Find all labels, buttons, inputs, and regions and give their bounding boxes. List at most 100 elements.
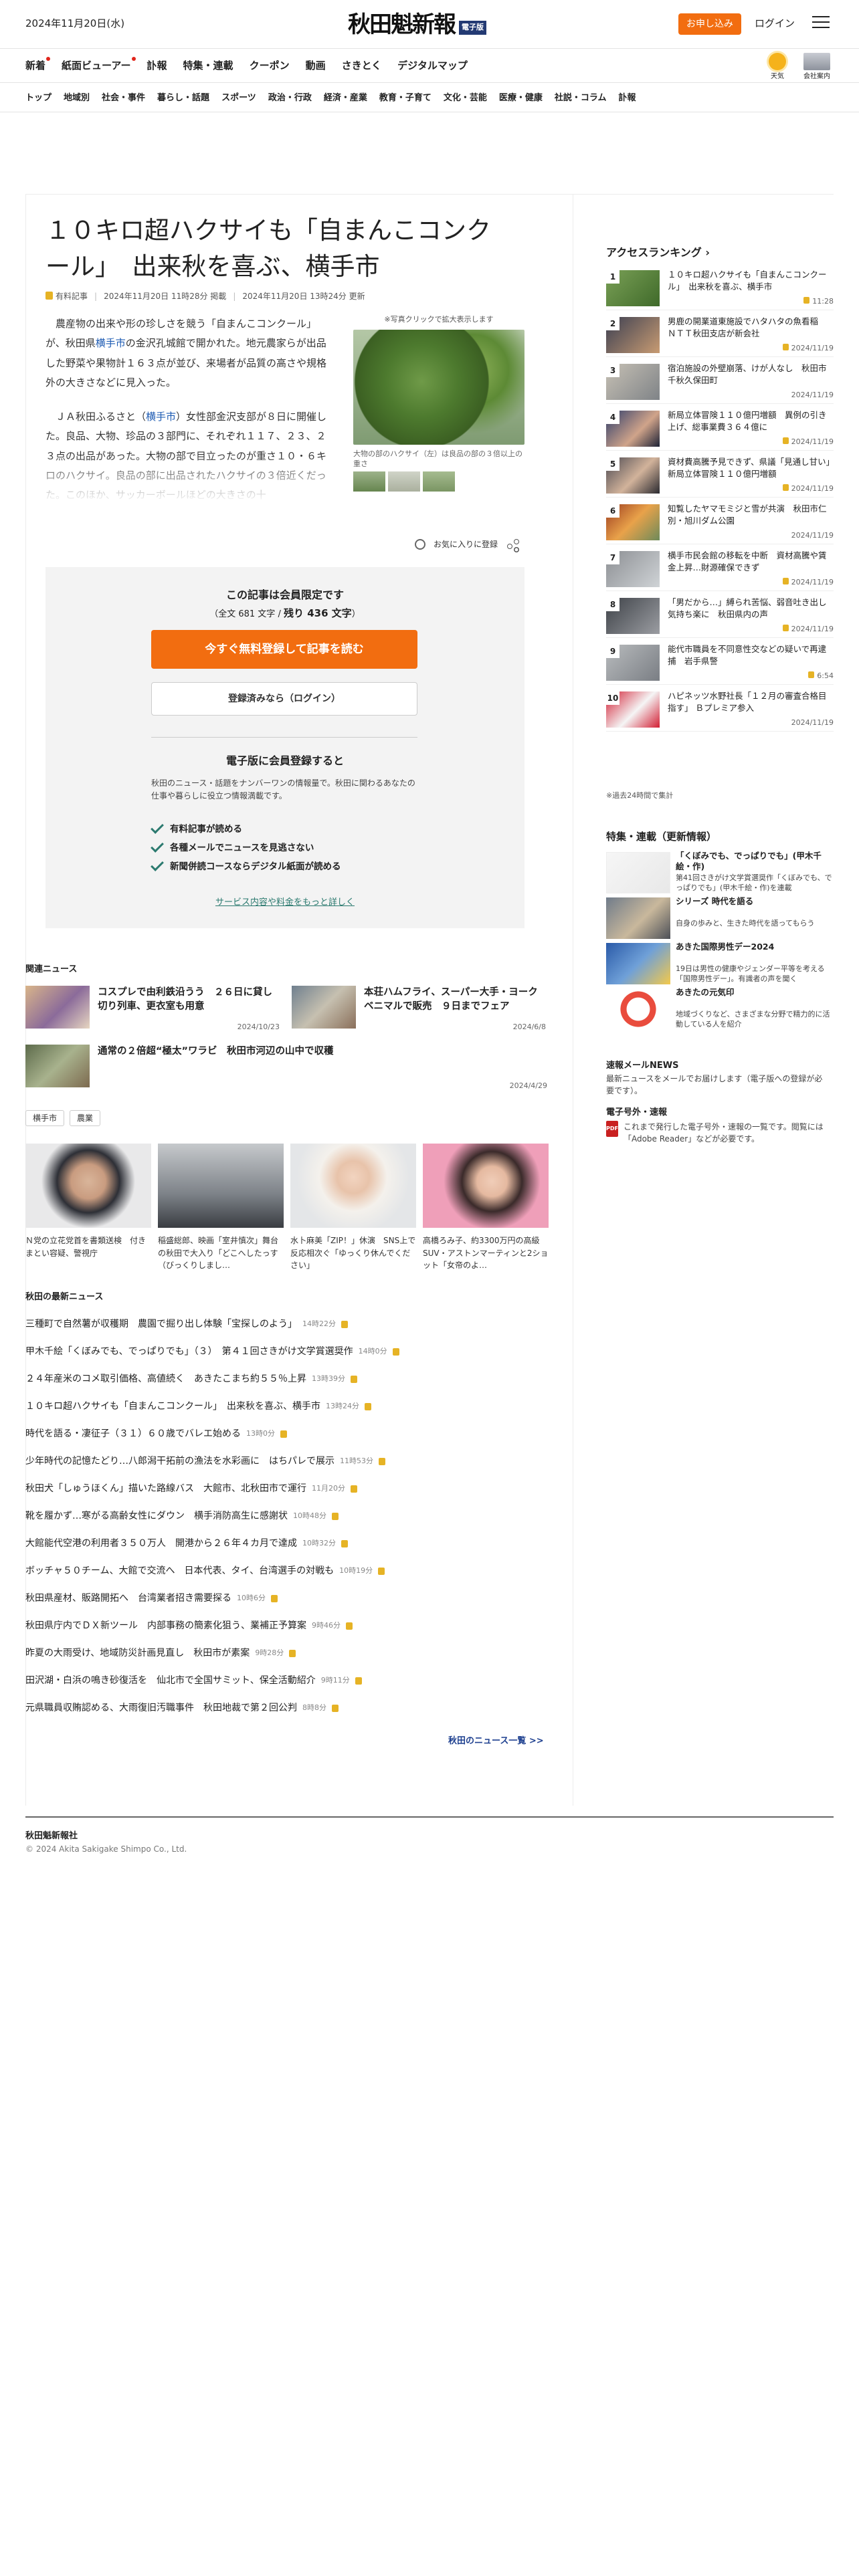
benefits-list: 有料記事が読める 各種メールでニュースを見逃さない 新聞併読コースならデジタル紙… bbox=[151, 820, 417, 876]
ranking-item[interactable]: 9 能代市職員を不同意性交などの疑いで再逮捕 岩手県警 6:54 bbox=[606, 642, 834, 685]
latest-news-item[interactable]: 大館能代空港の利用者３５０万人 開港から２６年４カ月で達成 10時32分 bbox=[25, 1530, 547, 1558]
cat-culture[interactable]: 文化・芸能 bbox=[444, 92, 487, 105]
latest-news-item[interactable]: １０キロ超ハクサイも「自まんこコンクール」 出来秋を喜ぶ、横手市 13時24分 bbox=[25, 1393, 547, 1420]
nav-item-sakitoku[interactable]: さきとく bbox=[342, 58, 382, 74]
place-link[interactable]: 横手市 bbox=[96, 337, 126, 349]
photo-thumb[interactable] bbox=[353, 471, 385, 492]
ranking-date-label: 2024/11/19 bbox=[791, 390, 834, 399]
nav-item-digital-map[interactable]: デジタルマップ bbox=[397, 58, 468, 74]
cat-column[interactable]: 社説・コラム bbox=[555, 92, 607, 105]
latest-news-item[interactable]: 秋田県産材、販路開拓へ 台湾業者招き需要探る 10時6分 bbox=[25, 1585, 547, 1612]
related-item-title: 本荘ハムフライ、スーパー大手・ヨークベニマルで販売 ９日までフェア bbox=[364, 987, 538, 1012]
news-list-link[interactable]: 秋田のニュース一覧 >> bbox=[448, 1735, 544, 1748]
related-thumb bbox=[25, 986, 90, 1029]
latest-news-list: 三種町で自然薯が収穫期 農園で掘り出し体験「宝探しのよう」 14時22分 甲木千絵「… bbox=[25, 1311, 547, 1722]
nav-item-viewer[interactable]: 紙面ビューアー bbox=[62, 57, 136, 74]
latest-news-item[interactable]: 昨夏の大雨受け、地域防災計画見直し 秋田市が素案 9時28分 bbox=[25, 1640, 547, 1667]
apply-button[interactable]: お申し込み bbox=[678, 13, 741, 35]
cat-sports[interactable]: スポーツ bbox=[221, 92, 256, 105]
rank-number: 8 bbox=[606, 598, 619, 611]
cat-economy[interactable]: 経済・産業 bbox=[324, 92, 367, 105]
latest-news-item[interactable]: 甲木千絵「くぼみでも、でっぱりでも」（３） 第４１回さきがけ文学賞選奨作 14時0… bbox=[25, 1338, 547, 1366]
related-item[interactable]: コスプレで由利鉄沿うう ２６日に貸し切り列車、更衣室も用意 2024/10/23 bbox=[25, 986, 280, 1033]
cat-life[interactable]: 暮らし・話題 bbox=[157, 92, 209, 105]
ranking-item[interactable]: 7 横手市民会館の移転を中断 資材高騰や賃金上昇…財源確保できず 2024/11/1… bbox=[606, 548, 834, 591]
ranking-item[interactable]: 5 資材費高騰予見できず、県議「見通し甘い」新局立体冒険１１０億円増額 2024/1… bbox=[606, 455, 834, 498]
tag[interactable]: 農業 bbox=[70, 1110, 101, 1126]
ranking-item[interactable]: 6 知覧したヤマモミジと雪が共演 秋田市仁別・旭川ダム公園 2024/11/19 bbox=[606, 502, 834, 544]
latest-news-time: 9時11分 bbox=[320, 1676, 350, 1685]
nav-item-new[interactable]: 新着 bbox=[25, 57, 51, 74]
weather-link[interactable]: 天気 bbox=[763, 51, 792, 82]
mail-news-link[interactable]: 速報メールNEWS bbox=[606, 1059, 678, 1073]
latest-news-item[interactable]: 三種町で自然薯が収穫期 農園で掘り出し体験「宝探しのよう」 14時22分 bbox=[25, 1311, 547, 1338]
clip-icon[interactable] bbox=[415, 539, 425, 550]
ranking-item[interactable]: 2 男鹿の開業道東施設でハタハタの魚看稲 ＮＴＴ秋田支店が新会社 2024/11/1… bbox=[606, 314, 834, 357]
latest-news-item[interactable]: 元県職員収賄認める、大雨復旧汚職事件 秋田地裁で第２回公判 8時8分 bbox=[25, 1695, 547, 1722]
latest-news-item[interactable]: ２４年産米のコメ取引価格、高値続く あきたこまち約５５％上昇 13時39分 bbox=[25, 1366, 547, 1393]
latest-news-title: ボッチャ５０チーム、大館で交流へ 日本代表、タイ、台湾選手の対戦も bbox=[25, 1566, 335, 1576]
feature-title: 「くぼみでも、でっぱりでも」(甲木千絵・作) bbox=[676, 851, 822, 872]
photo-news-item[interactable]: 稲盛総郎、映画「室井慎次」舞台の秋田で大入り「どこへしたっす（びっくりしまし… bbox=[158, 1144, 284, 1272]
feature-item[interactable]: あきたの元気印 地域づくりなど、さまざまな分野で精力的に活動している人を紹介 bbox=[606, 987, 834, 1033]
ranking-item[interactable]: 1 １０キロ超ハクサイも「自まんこコンクール」 出来秋を喜ぶ、横手市 11:28 bbox=[606, 267, 834, 310]
category-nav: トップ 地域別 社会・事件 暮らし・話題 スポーツ 政治・行政 経済・産業 教育… bbox=[0, 83, 859, 112]
footer-copyright: © 2024 Akita Sakigake Shimpo Co., Ltd. bbox=[25, 1844, 187, 1854]
register-button[interactable]: 今すぐ無料登録して記事を読む bbox=[151, 630, 417, 669]
photo-thumb[interactable] bbox=[423, 471, 455, 492]
photo-news-item[interactable]: 水卜麻美「ZIP！」休演 SNS上で反応相次ぐ「ゆっくり休んでください」 bbox=[290, 1144, 416, 1272]
cat-region[interactable]: 地域別 bbox=[64, 92, 90, 105]
latest-news-item[interactable]: 田沢湖・白浜の鳴き砂復活を 仙北市で全国サミット、保全活動紹介 9時11分 bbox=[25, 1667, 547, 1695]
menu-icon[interactable] bbox=[812, 16, 830, 29]
rank-number: 4 bbox=[606, 411, 619, 424]
member-login-button[interactable]: 登録済みなら（ログイン） bbox=[151, 682, 417, 716]
login-link[interactable]: ログイン bbox=[755, 16, 795, 31]
latest-news-item[interactable]: 靴を履かず…寒がる高齢女性にダウン 横手消防高生に感謝状 10時48分 bbox=[25, 1503, 547, 1530]
latest-news-item[interactable]: 秋田県庁内でＤＸ新ツール 内部事務の簡素化狙う、業補正予算案 9時46分 bbox=[25, 1612, 547, 1640]
features-list: 「くぼみでも、でっぱりでも」(甲木千絵・作) 第41回さきがけ文学賞選奨作「くぼ… bbox=[606, 851, 834, 1033]
company-link[interactable]: 会社案内 bbox=[799, 51, 835, 82]
extra-edition-link[interactable]: 電子号外・速報 bbox=[606, 1106, 667, 1119]
ranking-date: 2024/11/19 bbox=[782, 437, 834, 448]
lock-icon bbox=[341, 1540, 348, 1547]
lock-icon bbox=[808, 671, 815, 678]
feature-item[interactable]: あきた国際男性デー2024 19日は男性の健康やジェンダー平等を考える「国際男性… bbox=[606, 942, 834, 987]
nav-item-video[interactable]: 動画 bbox=[306, 58, 326, 74]
latest-news-time: 14時0分 bbox=[358, 1347, 387, 1356]
latest-news-item[interactable]: 少年時代の記憶たどり…八郎潟干拓前の漁法を水彩画に はちパレで展示 11時53分 bbox=[25, 1448, 547, 1475]
related-item[interactable]: 通常の２倍超“極太”ワラビ 秋田市河辺の山中で収穫 2024/4/29 bbox=[25, 1045, 547, 1091]
latest-news-item[interactable]: 秋田犬「しゅうほくん」描いた路線バス 大館市、北秋田市で運行 11月20分 bbox=[25, 1475, 547, 1503]
cat-health[interactable]: 医療・健康 bbox=[499, 92, 543, 105]
ranking-item[interactable]: 4 新局立体冒険１１０億円増額 異例の引き上げ、総事業費３６４億に 2024/11/… bbox=[606, 408, 834, 451]
site-logo[interactable]: 秋田魁新報 電子版 bbox=[348, 8, 486, 42]
cat-obituary[interactable]: 訃報 bbox=[619, 92, 636, 105]
lock-icon bbox=[392, 1348, 399, 1356]
photo-news-item[interactable]: Ｎ党の立花党首を書類送検 付きまとい容疑、警視庁 bbox=[25, 1144, 151, 1272]
nav-item-features[interactable]: 特集・連載 bbox=[183, 58, 233, 74]
related-item[interactable]: 本荘ハムフライ、スーパー大手・ヨークベニマルで販売 ９日までフェア 2024/6… bbox=[292, 986, 546, 1033]
photo-thumb[interactable] bbox=[388, 471, 420, 492]
share-icon[interactable] bbox=[506, 538, 520, 551]
nav-item-obituary[interactable]: 訃報 bbox=[147, 58, 167, 74]
latest-news-item[interactable]: 時代を語る・凄征子（３１）６０歳でバレエ始める 13時0分 bbox=[25, 1420, 547, 1448]
article-photo[interactable] bbox=[353, 329, 524, 445]
ranking-title[interactable]: アクセスランキング › bbox=[606, 245, 710, 261]
favorite-button[interactable]: お気に入りに登録 bbox=[434, 538, 498, 550]
cat-education[interactable]: 教育・子育て bbox=[379, 92, 432, 105]
cat-top[interactable]: トップ bbox=[25, 92, 52, 105]
tag[interactable]: 横手市 bbox=[25, 1110, 65, 1126]
latest-news-time: 9時28分 bbox=[255, 1648, 284, 1658]
service-details-link[interactable]: サービス内容や料金をもっと詳しく bbox=[45, 896, 524, 909]
feature-item[interactable]: シリーズ 時代を語る 自身の歩みと、生きた時代を語ってもらう bbox=[606, 896, 834, 942]
ranking-item[interactable]: 3 宿泊施設の外壁崩落、けが人なし 秋田市千秋久保田町 2024/11/19 bbox=[606, 361, 834, 404]
ranking-item[interactable]: 10 ハピネッツ水野社長「１２月の審査合格目指す」 Ｂプレミア参入 2024/11/… bbox=[606, 689, 834, 732]
latest-news-item[interactable]: ボッチャ５０チーム、大館で交流へ 日本代表、タイ、台湾選手の対戦も 10時19分 bbox=[25, 1558, 547, 1585]
lock-icon bbox=[782, 343, 789, 350]
feature-item[interactable]: 「くぼみでも、でっぱりでも」(甲木千絵・作) 第41回さきがけ文学賞選奨作「くぼ… bbox=[606, 851, 834, 896]
cat-society[interactable]: 社会・事件 bbox=[102, 92, 145, 105]
photo-news-item[interactable]: 高橋ろみ子、約3300万円の高級SUV・アストンマーティンと2ショット「女帝のよ… bbox=[423, 1144, 549, 1272]
place-link[interactable]: 横手市 bbox=[146, 411, 176, 423]
ranking-item[interactable]: 8 「男だから…」縛られ苦悩、弱音吐き出し気持ち楽に 秋田県内の声 2024/11/… bbox=[606, 595, 834, 638]
nav-item-coupon[interactable]: クーポン bbox=[250, 58, 290, 74]
cat-politics[interactable]: 政治・行政 bbox=[268, 92, 312, 105]
